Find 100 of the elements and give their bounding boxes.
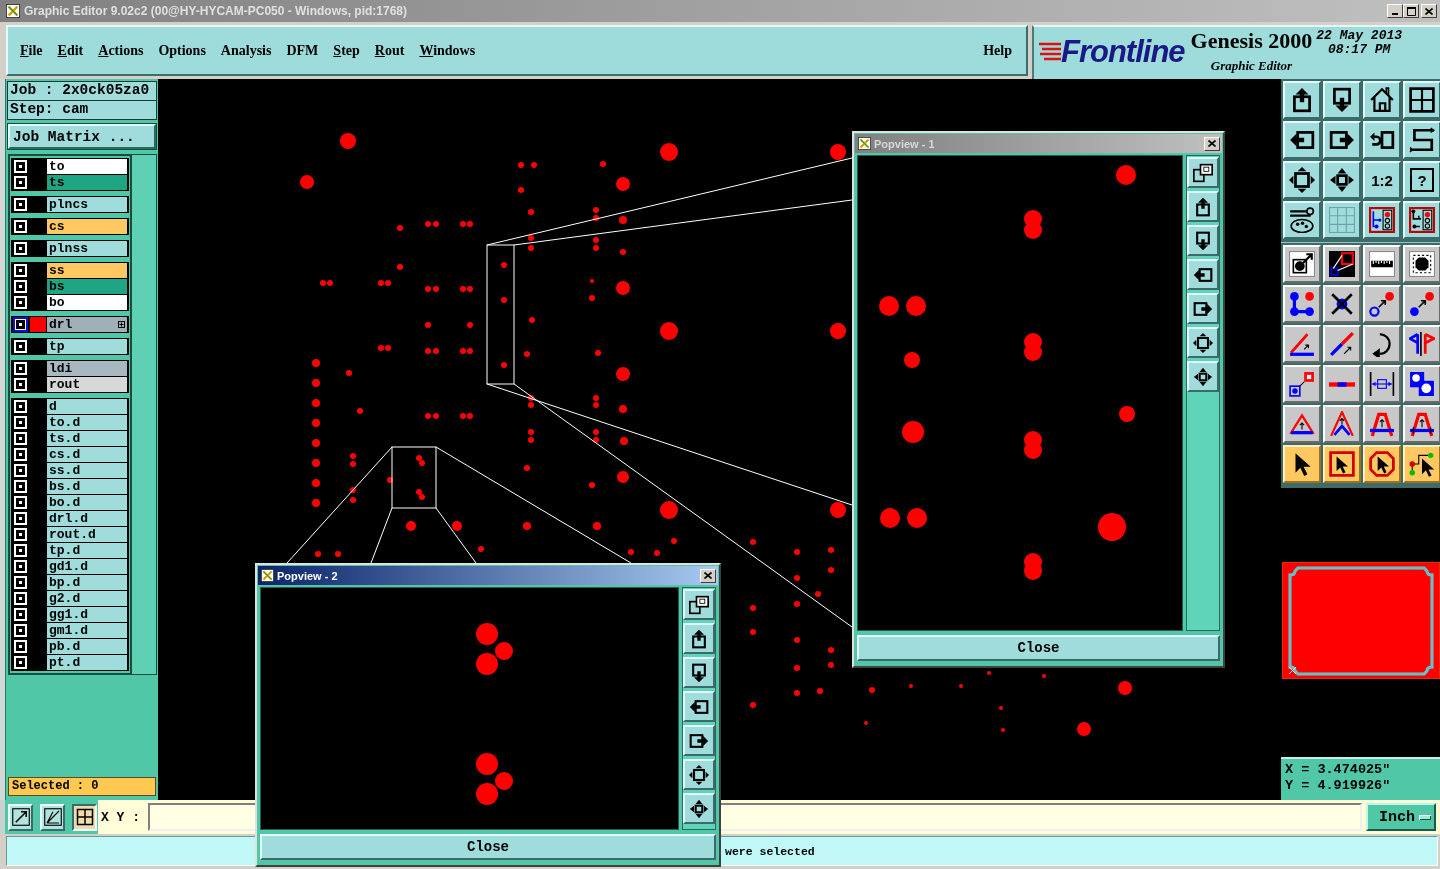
layer-checkbox[interactable]: [13, 591, 28, 606]
layer-name[interactable]: to: [47, 159, 127, 174]
layer-name[interactable]: ts.d: [47, 431, 127, 446]
layer-name[interactable]: tp: [47, 339, 127, 354]
layer-name[interactable]: to.d: [47, 415, 127, 430]
app-icon: [858, 137, 871, 150]
drill-pad: [528, 209, 534, 215]
menu-item[interactable]: Help: [983, 42, 1012, 59]
menu-item[interactable]: Analysis: [220, 42, 272, 59]
window-close-button[interactable]: [1204, 136, 1220, 151]
layer-name[interactable]: pb.d: [47, 639, 127, 654]
maximize-icon: [1406, 6, 1416, 16]
layer-checkbox[interactable]: [13, 279, 28, 294]
layer-name[interactable]: bp.d: [47, 575, 127, 590]
drill-pad: [478, 546, 484, 552]
layer-checkbox[interactable]: [13, 377, 28, 392]
menu-item[interactable]: Actions: [98, 42, 144, 59]
layer-name[interactable]: d: [47, 399, 127, 414]
layer-name[interactable]: rout.d: [47, 527, 127, 542]
zoom-ratio-button[interactable]: 1:2: [1363, 161, 1401, 199]
minimize-button[interactable]: [1387, 4, 1403, 18]
layer-name[interactable]: plnss: [47, 241, 127, 256]
layer-name[interactable]: cs.d: [47, 447, 127, 462]
layer-checkbox[interactable]: [13, 527, 28, 542]
chevron-icon: [1329, 411, 1355, 437]
scrollbar[interactable]: [132, 154, 157, 675]
layer-name[interactable]: drl: [47, 317, 127, 332]
menu-item[interactable]: DFM: [286, 42, 319, 59]
selected-count: Selected : 0: [8, 777, 156, 796]
help-button[interactable]: ?: [1403, 161, 1440, 199]
layer-name[interactable]: drl.d: [47, 511, 127, 526]
date-text: 22 May 2013: [1316, 29, 1403, 43]
layer-checkbox[interactable]: [13, 399, 28, 414]
close-button[interactable]: Close: [260, 834, 716, 860]
menu-item[interactable]: Options: [158, 42, 206, 59]
layer-name[interactable]: pt.d: [47, 655, 127, 670]
layer-checkbox[interactable]: [13, 559, 28, 574]
layer-checkbox[interactable]: [13, 197, 28, 212]
arch-icon: [1369, 411, 1395, 437]
layer-checkbox[interactable]: [13, 511, 28, 526]
layer-name[interactable]: tp.d: [47, 543, 127, 558]
speed-lines-icon: [1039, 42, 1061, 62]
menu-item[interactable]: Windows: [419, 42, 476, 59]
layer-checkbox[interactable]: [13, 479, 28, 494]
layer-name[interactable]: bs: [47, 279, 127, 294]
close-button[interactable]: [1421, 4, 1437, 18]
layer-name[interactable]: g2.d: [47, 591, 127, 606]
layer-checkbox[interactable]: [13, 219, 28, 234]
layer-name[interactable]: bs.d: [47, 479, 127, 494]
layer-name[interactable]: ts: [47, 175, 127, 190]
layer-checkbox[interactable]: [13, 431, 28, 446]
menu-item[interactable]: Edit: [57, 42, 84, 59]
layer-checkbox[interactable]: [13, 607, 28, 622]
layer-checkbox[interactable]: [13, 495, 28, 510]
layer-checkbox[interactable]: [13, 175, 28, 190]
layer-name[interactable]: ss.d: [47, 463, 127, 478]
layer-checkbox[interactable]: [13, 639, 28, 654]
layer-checkbox[interactable]: [13, 361, 28, 376]
layer-name[interactable]: ss: [47, 263, 127, 278]
layer-checkbox[interactable]: [13, 623, 28, 638]
layer-name[interactable]: gm1.d: [47, 623, 127, 638]
drill-pad: [1001, 728, 1005, 732]
layer-name[interactable]: ldi: [47, 361, 127, 376]
drill-pad: [593, 522, 601, 530]
layer-name[interactable]: bo.d: [47, 495, 127, 510]
layer-name[interactable]: rout: [47, 377, 127, 392]
layer-checkbox[interactable]: [13, 575, 28, 590]
menu-item[interactable]: Rout: [374, 42, 405, 59]
layer-name[interactable]: bo: [47, 295, 127, 310]
close-button[interactable]: Close: [857, 635, 1220, 661]
layer-name[interactable]: cs: [47, 219, 127, 234]
layer-checkbox[interactable]: [13, 447, 28, 462]
layer-checkbox[interactable]: [13, 159, 28, 174]
drill-pad: [518, 187, 524, 193]
drill-pad: [589, 295, 595, 301]
layer-name[interactable]: gg1.d: [47, 607, 127, 622]
tools-icon: [1289, 207, 1315, 233]
window-close-button[interactable]: [700, 568, 716, 583]
layer-checkbox[interactable]: [13, 655, 28, 670]
drill-pad: [828, 647, 834, 653]
coordinate-label: X Y :: [101, 809, 141, 825]
job-matrix-button[interactable]: Job Matrix ...: [8, 124, 156, 149]
layer-checkbox[interactable]: [13, 543, 28, 558]
layer-checkbox[interactable]: [13, 241, 28, 256]
menu-item[interactable]: File: [20, 42, 43, 59]
maximize-button[interactable]: [1403, 4, 1419, 18]
menu-item[interactable]: Step: [333, 42, 360, 59]
layer-checkbox[interactable]: [13, 317, 28, 332]
units-button[interactable]: Inch: [1366, 803, 1436, 831]
drill-pad: [902, 421, 924, 443]
layer-checkbox[interactable]: [13, 339, 28, 354]
window-grid-icon: [1409, 87, 1435, 113]
layer-name[interactable]: plncs: [47, 197, 127, 212]
tool-button[interactable]: [72, 803, 97, 831]
layer-checkbox[interactable]: [13, 263, 28, 278]
layer-name[interactable]: gd1.d: [47, 559, 127, 574]
layer-checkbox[interactable]: [13, 415, 28, 430]
layer-checkbox[interactable]: [13, 295, 28, 310]
layer-checkbox[interactable]: [13, 463, 28, 478]
drill-pad: [523, 522, 531, 530]
